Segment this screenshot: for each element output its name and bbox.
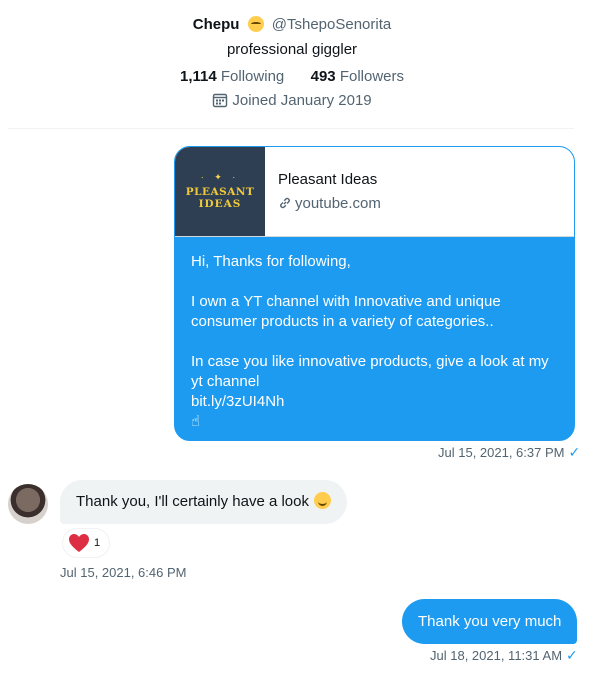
outgoing-message-text: Hi, Thanks for following, I own a YT cha… xyxy=(175,237,574,432)
smiling-face-emoji-icon xyxy=(313,492,331,509)
message-line: yt channel xyxy=(191,373,260,390)
message-line: consumer products in a variety of catego… xyxy=(191,313,494,330)
message-line: Hi, Thanks for following, xyxy=(191,253,351,270)
message-link[interactable]: bit.ly/3zUI4Nh xyxy=(191,392,558,412)
lightbulb-icon: · ✦ · xyxy=(200,172,240,182)
following-stat[interactable]: 1,114 Following xyxy=(180,68,284,85)
incoming-message-bubble[interactable]: Thank you, I'll certainly have a look xyxy=(60,480,347,524)
thumb-brand-line1: PLEASANT xyxy=(185,186,255,198)
sent-check-icon: ✓ xyxy=(568,444,581,460)
avatar[interactable] xyxy=(8,484,48,524)
pointing-up-emoji-icon: ☝ xyxy=(191,413,201,430)
profile-joined: Joined January 2019 xyxy=(0,90,584,115)
profile-name[interactable]: Chepu xyxy=(193,16,240,33)
outgoing-message-text: Thank you very much xyxy=(418,613,562,630)
profile-bio: professional giggler xyxy=(226,41,358,58)
timestamp-text: Jul 15, 2021, 6:37 PM xyxy=(438,445,565,460)
reaction-badge[interactable]: 1 xyxy=(62,528,110,558)
thumb-brand-line2: IDEAS xyxy=(198,198,242,210)
message-line: In case you like innovative products, gi… xyxy=(191,353,549,370)
message-timestamp: Jul 18, 2021, 11:31 AM ✓ xyxy=(430,647,578,664)
outgoing-message-card[interactable]: · ✦ · PLEASANT IDEAS Pleasant Ideas yout… xyxy=(174,146,575,441)
link-preview-domain: youtube.com xyxy=(278,195,381,214)
link-icon xyxy=(278,196,292,214)
following-label: Following xyxy=(220,68,285,85)
timestamp-text: Jul 15, 2021, 6:46 PM xyxy=(60,565,187,580)
following-count: 1,114 xyxy=(180,68,217,85)
profile-handle[interactable]: @TshepoSenorita xyxy=(272,16,391,33)
followers-count: 493 xyxy=(310,68,336,85)
message-timestamp: Jul 15, 2021, 6:46 PM xyxy=(60,565,186,580)
reaction-count: 1 xyxy=(94,537,101,549)
link-preview-thumbnail: · ✦ · PLEASANT IDEAS xyxy=(175,147,265,236)
message-line: I own a YT channel with Innovative and u… xyxy=(191,293,501,310)
followers-label: Followers xyxy=(339,68,404,85)
divider xyxy=(8,128,574,129)
profile-stats: 1,114 Following 493 Followers xyxy=(0,66,584,88)
link-preview-title: Pleasant Ideas xyxy=(278,171,378,188)
heart-icon xyxy=(67,532,91,558)
outgoing-message-bubble[interactable]: Thank you very much xyxy=(402,599,578,644)
timestamp-text: Jul 18, 2021, 11:31 AM xyxy=(430,648,563,663)
followers-stat[interactable]: 493 Followers xyxy=(311,68,404,85)
incoming-message-text: Thank you, I'll certainly have a look xyxy=(76,493,309,510)
sent-check-icon: ✓ xyxy=(566,647,578,663)
calendar-icon xyxy=(212,92,228,115)
message-timestamp: Jul 15, 2021, 6:37 PM ✓ xyxy=(438,444,580,461)
conversation-profile-header: Chepu @TshepoSenorita professional giggl… xyxy=(0,14,584,115)
relieved-face-emoji-icon xyxy=(247,16,264,32)
link-preview-card[interactable]: · ✦ · PLEASANT IDEAS Pleasant Ideas yout… xyxy=(175,147,574,237)
joined-text: Joined January 2019 xyxy=(232,92,372,109)
link-preview-domain-text: youtube.com xyxy=(295,195,381,212)
